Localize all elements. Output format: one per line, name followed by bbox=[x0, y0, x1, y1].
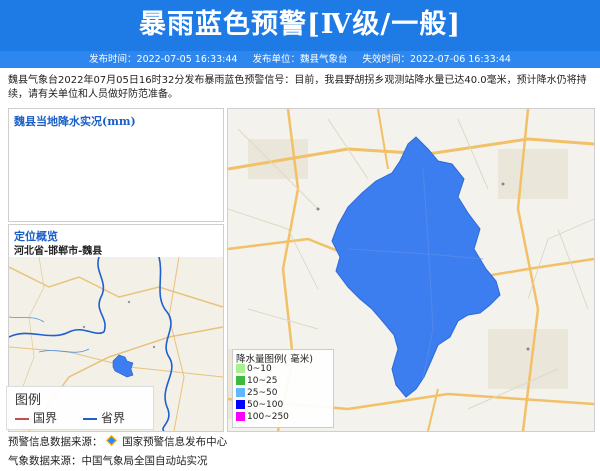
rainfall-legend-item: 25~50 bbox=[236, 388, 277, 399]
overview-legend-title: 图例 bbox=[15, 393, 42, 408]
rainfall-legend-item: 50~100 bbox=[236, 400, 283, 411]
expire-time: 失效时间：2022-07-06 16:33:44 bbox=[362, 54, 511, 65]
rainfall-legend-item: 100~250 bbox=[236, 412, 289, 423]
rainfall-range-label: 0~10 bbox=[247, 364, 272, 374]
publish-time: 发布时间：2022-07-05 16:33:44 bbox=[89, 54, 238, 65]
warning-description: 魏县气象台2022年07月05日16时32分发布暴雨蓝色预警信号：目前，我县野胡… bbox=[8, 75, 587, 100]
rain-observation-panel: 魏县当地降水实况(mm) bbox=[8, 108, 224, 222]
rainfall-swatch bbox=[236, 388, 245, 397]
rainfall-legend-title: 降水量图例( 毫米) bbox=[236, 354, 313, 365]
rainfall-swatch bbox=[236, 400, 245, 409]
rainfall-range-label: 50~100 bbox=[247, 400, 284, 410]
warning-info-bar: 发布时间：2022-07-05 16:33:44 发布单位：魏县气象台 失效时间… bbox=[0, 51, 600, 68]
warning-source-label: 预警信息数据来源： bbox=[8, 436, 103, 448]
legend-national-border: 国界 bbox=[15, 409, 57, 426]
national-border-label: 国界 bbox=[33, 411, 58, 425]
rainfall-swatch bbox=[236, 364, 245, 373]
location-path: 河北省-邯郸市-魏县 bbox=[14, 246, 103, 257]
rainfall-range-label: 25~50 bbox=[247, 388, 278, 398]
rainfall-legend-item: 0~10 bbox=[236, 364, 272, 375]
rainfall-legend-item: 10~25 bbox=[236, 376, 277, 387]
warning-source-line: 预警信息数据来源： 国家预警信息发布中心 bbox=[8, 434, 227, 449]
rainfall-swatch bbox=[236, 376, 245, 385]
rainfall-legend: 降水量图例( 毫米) 0~10 10~25 25~50 50~100 100~2… bbox=[232, 349, 334, 428]
warning-banner: 暴雨蓝色预警[Ⅳ级/一般] bbox=[0, 0, 600, 51]
province-border-swatch bbox=[83, 417, 97, 420]
rainfall-range-label: 10~25 bbox=[247, 376, 278, 386]
weather-source-line: 气象数据来源：中国气象局全国自动站实况 bbox=[8, 455, 208, 467]
rainfall-range-label: 100~250 bbox=[247, 412, 289, 422]
rainfall-swatch bbox=[236, 412, 245, 421]
warning-source-name[interactable]: 国家预警信息发布中心 bbox=[122, 436, 227, 448]
national-border-swatch bbox=[15, 417, 29, 420]
overview-legend: 图例 国界 省界 bbox=[6, 386, 154, 430]
warning-center-logo-icon bbox=[105, 435, 117, 446]
rain-panel-title: 魏县当地降水实况(mm) bbox=[14, 115, 136, 128]
province-border-label: 省界 bbox=[101, 411, 126, 425]
legend-province-border: 省界 bbox=[83, 409, 125, 426]
publish-unit: 发布单位：魏县气象台 bbox=[252, 54, 348, 65]
warning-title: 暴雨蓝色预警[Ⅳ级/一般] bbox=[138, 9, 462, 40]
